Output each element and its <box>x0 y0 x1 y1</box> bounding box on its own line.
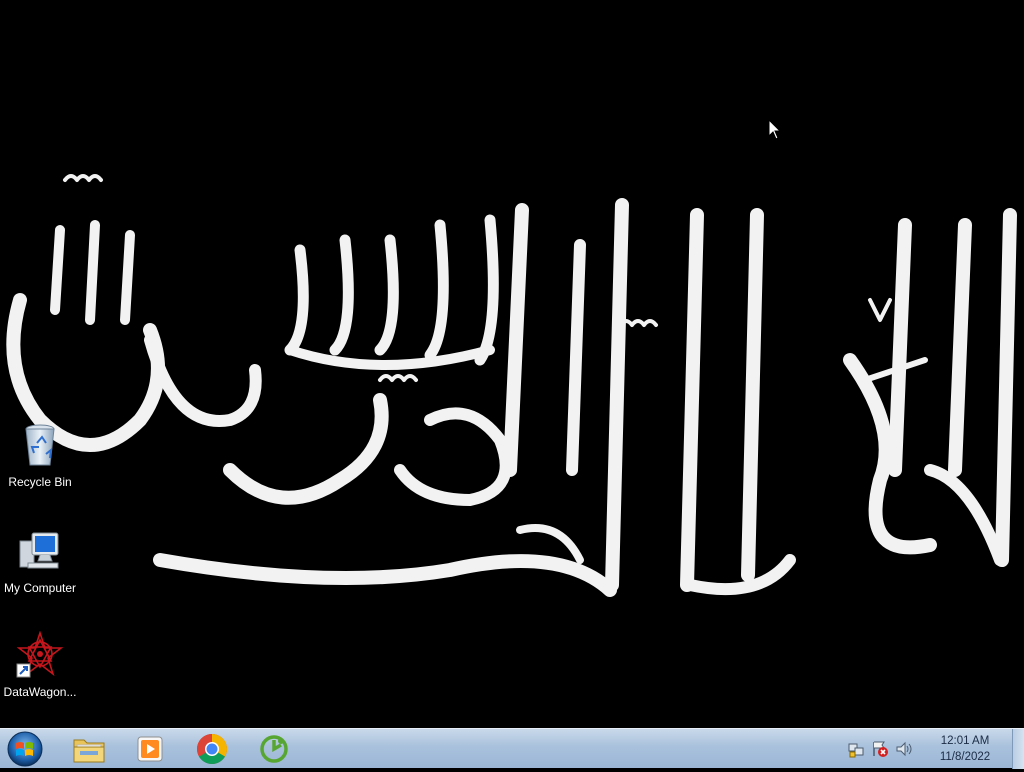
my-computer-label: My Computer <box>3 581 77 595</box>
chrome-icon <box>196 734 228 765</box>
windows-start-orb-icon <box>7 731 43 767</box>
taskbar-media-player-button[interactable] <box>122 731 178 767</box>
recycle-bin-label: Recycle Bin <box>8 475 72 489</box>
start-button[interactable] <box>4 730 46 768</box>
clock-date: 11/8/2022 <box>939 751 991 763</box>
action-center-icon[interactable] <box>871 740 889 758</box>
desktop-icon-recycle-bin[interactable]: Recycle Bin <box>0 421 80 489</box>
green-app-icon <box>260 735 288 763</box>
desktop[interactable]: Recycle Bin My Computer DataWagon... <box>0 0 1024 728</box>
taskbar-file-explorer-button[interactable] <box>61 731 117 767</box>
show-desktop-button[interactable] <box>1012 729 1024 769</box>
recycle-bin-icon <box>25 424 55 466</box>
clock-time: 12:01 AM <box>940 735 990 747</box>
mouse-pointer-icon <box>768 119 782 140</box>
desktop-icon-datawagon[interactable]: DataWagon... <box>0 630 80 699</box>
system-tray: 12:01 AM 11/8/2022 <box>844 729 1000 769</box>
datawagon-label: DataWagon... <box>3 685 77 699</box>
media-player-icon <box>137 736 163 762</box>
taskbar-chrome-button[interactable] <box>184 731 240 767</box>
taskbar-green-app-button[interactable] <box>246 731 302 767</box>
taskbar: 12:01 AM 11/8/2022 <box>0 728 1024 769</box>
volume-icon[interactable] <box>895 740 913 758</box>
taskbar-clock[interactable]: 12:01 AM 11/8/2022 <box>930 733 1000 765</box>
file-explorer-icon <box>73 739 105 763</box>
wallpaper-calligraphy <box>6 174 1017 597</box>
desktop-icon-my-computer[interactable]: My Computer <box>0 527 80 595</box>
datawagon-shortcut-icon <box>16 630 64 678</box>
computer-icon <box>19 532 59 569</box>
network-icon[interactable] <box>847 740 865 758</box>
